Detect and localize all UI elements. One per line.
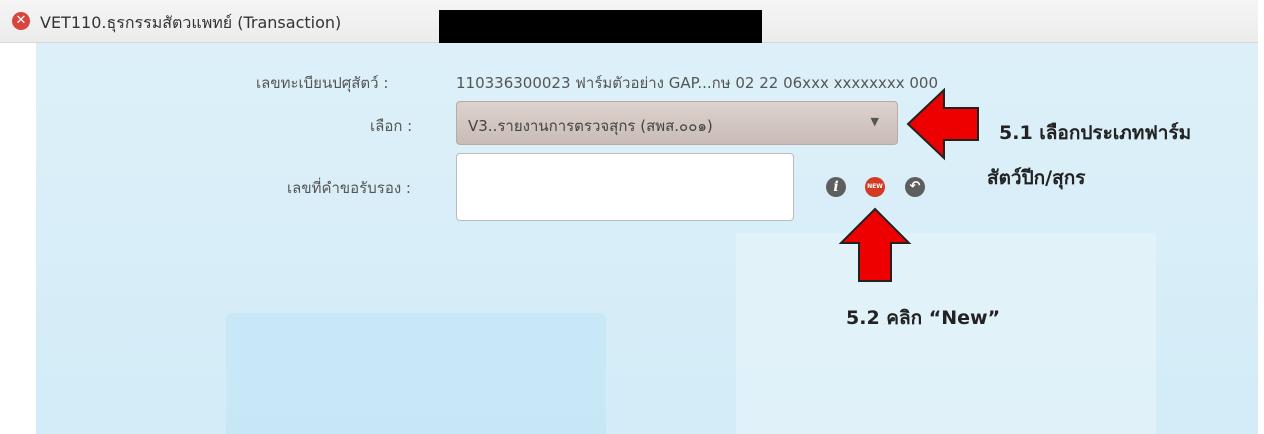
redacted-block [439, 10, 762, 44]
annotation-arrow-up [838, 207, 912, 282]
request-number-input[interactable] [456, 153, 794, 221]
annotation-step-5-1: 5.1 เลือกประเภทฟาร์ม [999, 122, 1192, 144]
annotation-step-5-1-line2: สัตว์ปีก/สุกร [987, 167, 1086, 189]
window-titlebar: ✕ VET110.ธุรกรรมสัตวแพทย์ (Transaction) [0, 0, 1258, 44]
new-icon[interactable]: NEW [865, 177, 885, 197]
close-icon[interactable]: ✕ [12, 12, 30, 30]
chevron-down-icon[interactable]: ▼ [871, 115, 879, 128]
report-type-select[interactable]: V3..รายงานการตรวจสุกร (สพส.๐๐๑) ▼ [456, 101, 898, 145]
registration-value: 110336300023 ฟาร์มตัวอย่าง GAP...กษ 02 2… [456, 74, 938, 92]
window-title: VET110.ธุรกรรมสัตวแพทย์ (Transaction) [40, 13, 342, 32]
request-number-label: เลขที่คำขอรับรอง : [287, 179, 411, 197]
background-shape [736, 233, 1156, 434]
info-icon[interactable]: i [826, 177, 846, 197]
back-icon[interactable]: ↶ [905, 177, 925, 197]
annotation-arrow-left [906, 87, 979, 161]
registration-label: เลขทะเบียนปศุสัตว์ : [256, 74, 389, 92]
annotation-step-5-2: 5.2 คลิก “New” [846, 307, 1001, 329]
select-label: เลือก : [370, 117, 413, 135]
select-value: V3..รายงานการตรวจสุกร (สพส.๐๐๑) [468, 117, 713, 135]
background-shape [226, 313, 606, 434]
